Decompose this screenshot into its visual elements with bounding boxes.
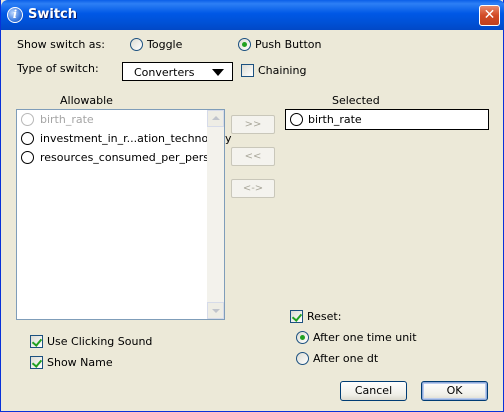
toggle-radio[interactable]	[130, 38, 143, 51]
push-button-radio[interactable]	[238, 38, 251, 51]
use-clicking-sound-label[interactable]: Use Clicking Sound	[47, 335, 152, 348]
list-item-label: resources_consumed_per_person	[40, 151, 223, 164]
add-button[interactable]: >>	[231, 115, 275, 134]
vertical-scrollbar[interactable]	[207, 110, 224, 319]
info-icon: i	[7, 7, 23, 23]
use-clicking-sound-checkbox[interactable]	[30, 335, 43, 348]
push-button-label[interactable]: Push Button	[255, 38, 321, 51]
selected-list[interactable]: birth_rate	[285, 109, 489, 130]
show-name-checkbox[interactable]	[30, 356, 43, 369]
dropdown-arrow-icon	[212, 69, 224, 76]
after-one-time-unit-label[interactable]: After one time unit	[313, 331, 417, 344]
toggle-label[interactable]: Toggle	[147, 38, 182, 51]
ok-button[interactable]: OK	[421, 381, 488, 401]
list-item[interactable]: investment_in_r...ation_technology	[17, 130, 232, 148]
allowable-heading: Allowable	[60, 94, 113, 107]
chaining-checkbox[interactable]	[241, 64, 254, 77]
after-one-dt-radio[interactable]	[296, 352, 309, 365]
reset-checkbox[interactable]	[290, 310, 303, 323]
close-button[interactable]: ✕	[479, 5, 500, 26]
chaining-label[interactable]: Chaining	[258, 64, 306, 77]
remove-button[interactable]: <<	[231, 147, 275, 166]
radio-icon	[290, 113, 303, 126]
scroll-up-icon[interactable]	[207, 110, 224, 127]
switch-type-select[interactable]: Converters	[122, 62, 233, 81]
selected-heading: Selected	[332, 94, 380, 107]
list-item-label: birth_rate	[40, 113, 94, 126]
reset-label[interactable]: Reset:	[307, 310, 341, 323]
window-title: Switch	[28, 7, 78, 22]
title-bar[interactable]: i Switch ✕	[1, 0, 504, 30]
swap-button[interactable]: <->	[231, 179, 275, 198]
scroll-down-icon[interactable]	[207, 302, 224, 319]
after-one-time-unit-radio[interactable]	[296, 331, 309, 344]
cancel-button[interactable]: Cancel	[340, 381, 407, 401]
radio-icon	[21, 151, 34, 164]
show-name-label[interactable]: Show Name	[47, 356, 113, 369]
radio-icon	[21, 113, 34, 126]
switch-dialog: i Switch ✕ Show switch as: Toggle Push B…	[0, 0, 504, 412]
type-of-switch-label: Type of switch:	[17, 62, 99, 75]
list-item[interactable]: resources_consumed_per_person	[17, 149, 223, 167]
switch-type-value: Converters	[134, 66, 195, 79]
allowable-list[interactable]: birth_rate investment_in_r...ation_techn…	[16, 109, 232, 320]
show-switch-label: Show switch as:	[17, 38, 105, 51]
list-item: birth_rate	[17, 111, 207, 129]
after-one-dt-label[interactable]: After one dt	[313, 352, 378, 365]
selected-item-label: birth_rate	[308, 113, 362, 126]
list-item-label: investment_in_r...ation_technology	[40, 132, 232, 145]
radio-icon	[21, 132, 34, 145]
